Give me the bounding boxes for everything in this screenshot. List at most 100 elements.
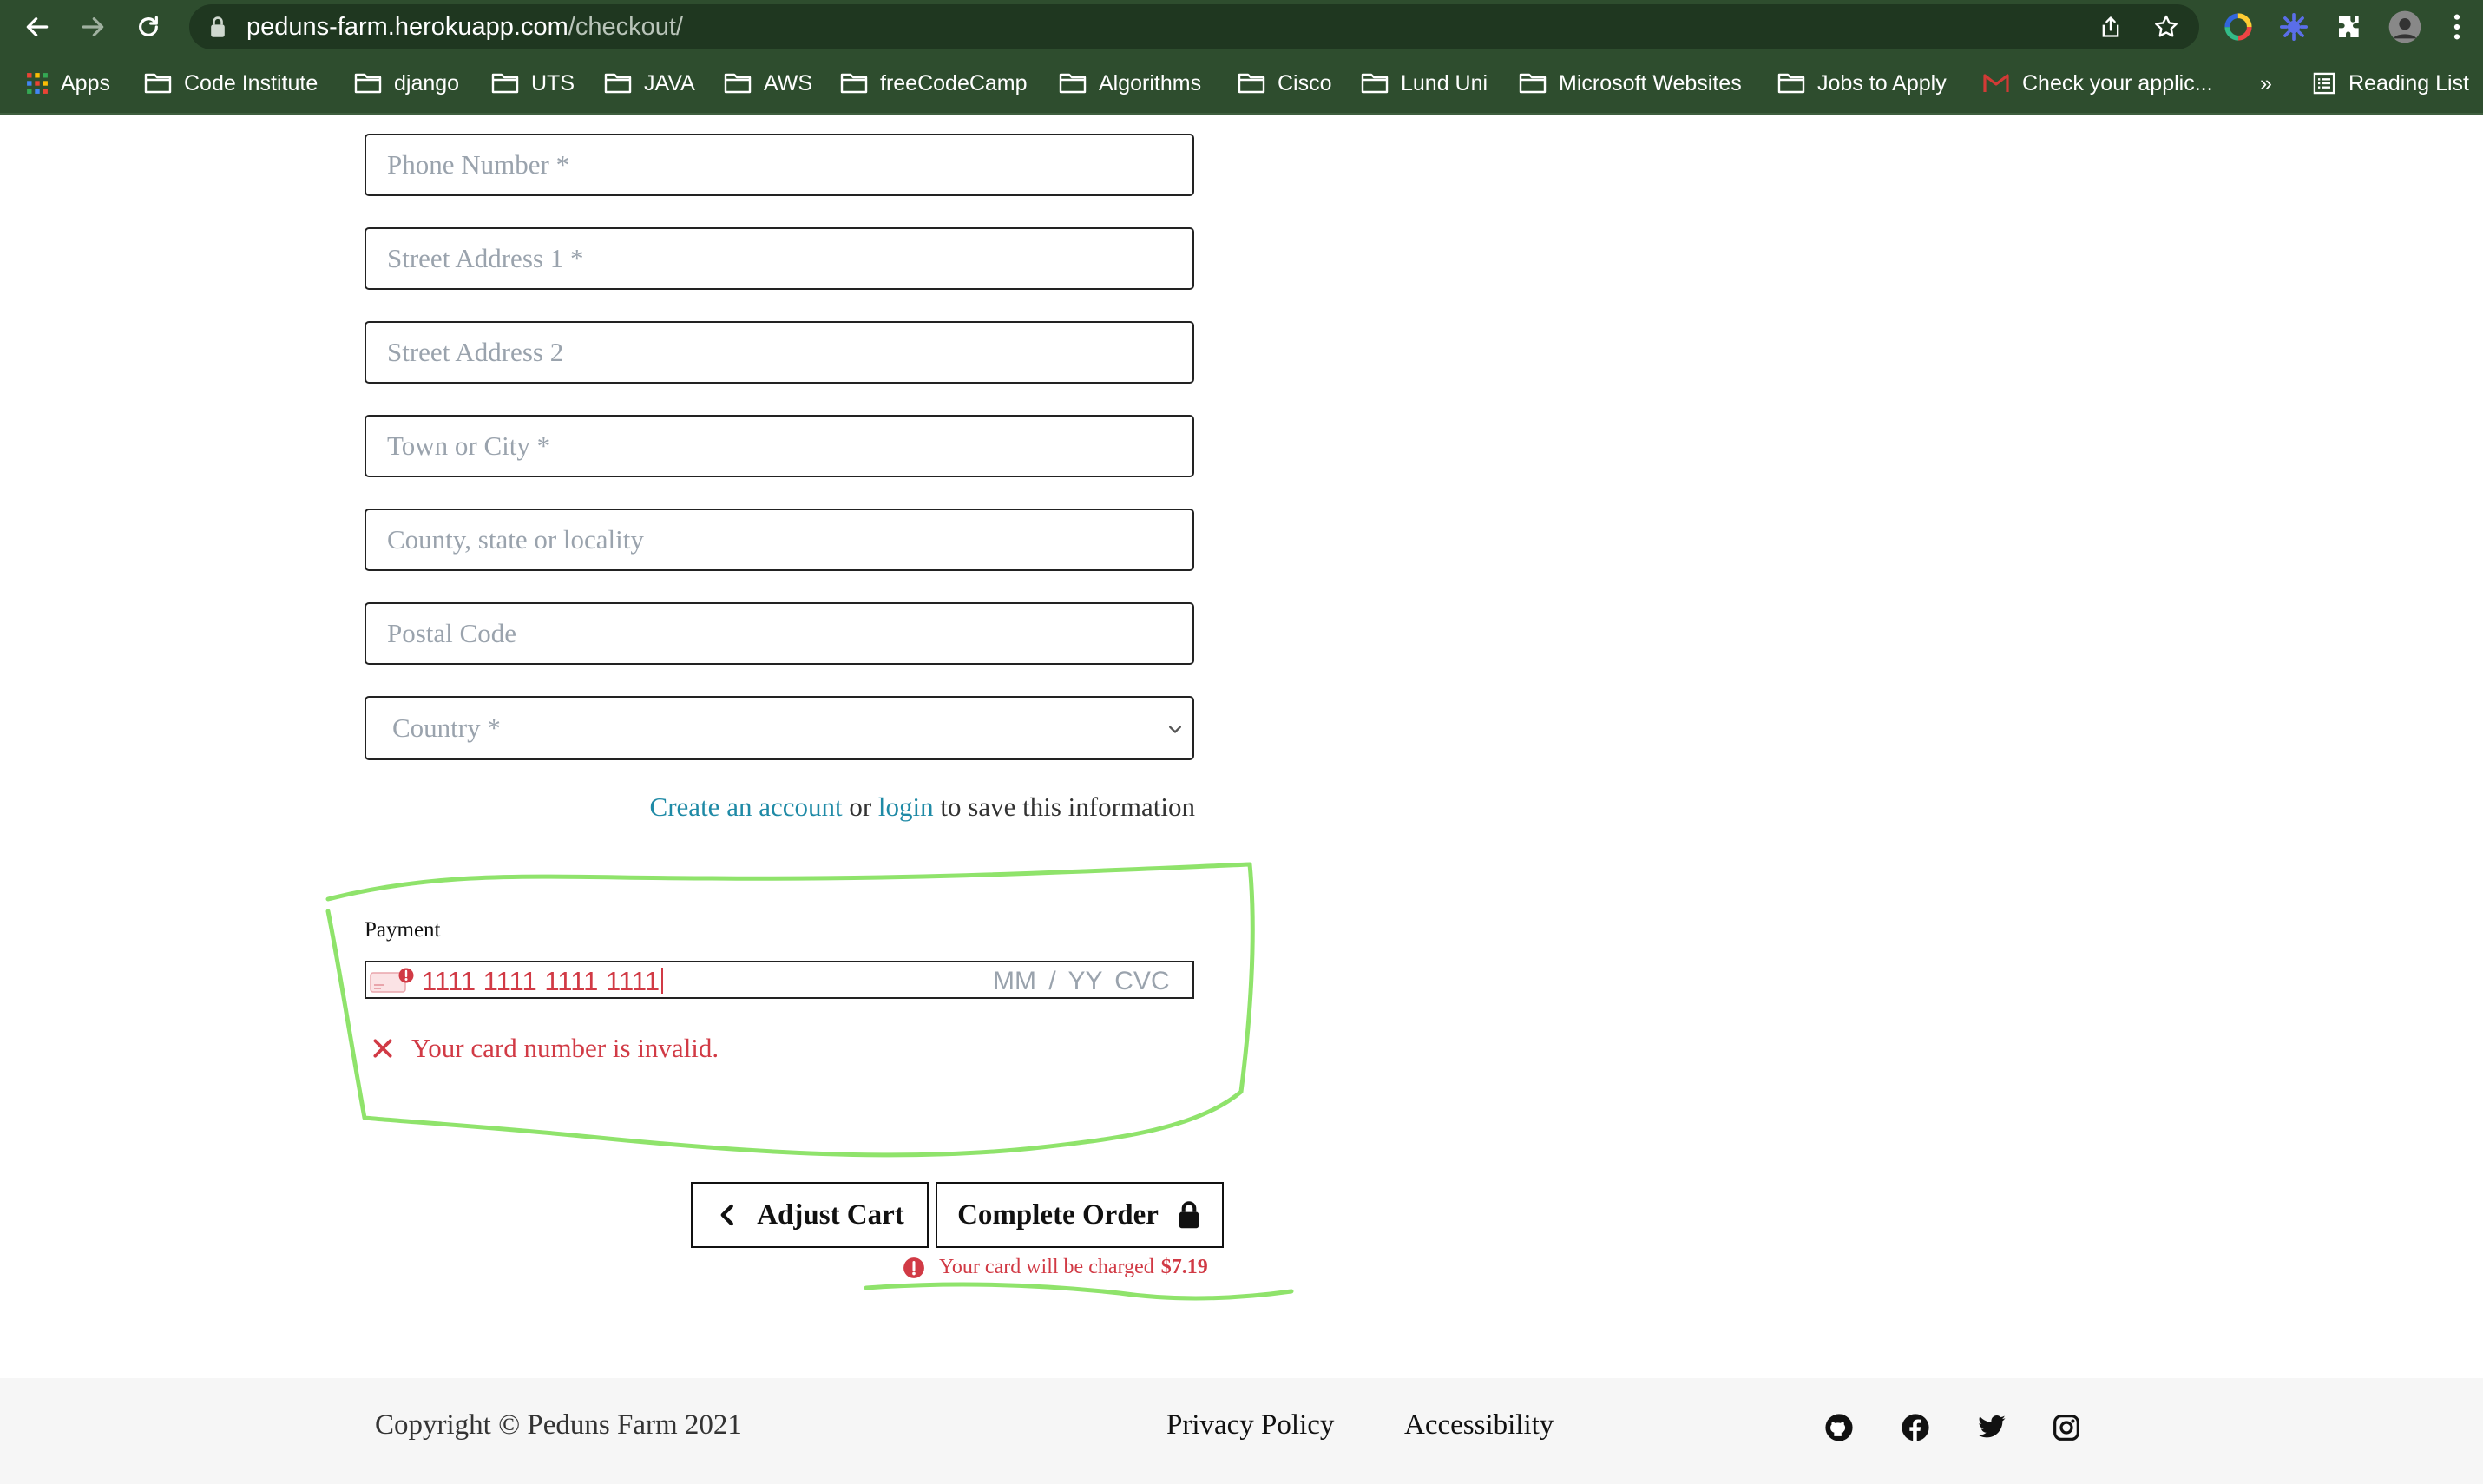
folder-icon — [1361, 73, 1389, 94]
bookmark-folder-aws[interactable]: AWS — [724, 69, 812, 97]
complete-order-button[interactable]: Complete Order — [936, 1182, 1224, 1248]
street-address-1-field[interactable] — [365, 227, 1194, 290]
arrow-right-icon — [82, 17, 104, 36]
bookmark-folder-microsoft-websites[interactable]: Microsoft Websites — [1519, 69, 1742, 97]
or-text: or — [849, 791, 872, 822]
bookmark-folder-code-institute[interactable]: Code Institute — [144, 69, 318, 97]
card-number-value[interactable]: 1111 1111 1111 1111 — [422, 966, 664, 997]
error-text: Your card number is invalid. — [411, 1033, 719, 1063]
bookmark-folder-cisco[interactable]: Cisco — [1238, 69, 1332, 97]
browser-toolbar: peduns-farm.herokuapp.com/checkout/ — [0, 0, 2483, 54]
card-error-message: Your card number is invalid. — [371, 1033, 719, 1064]
charge-notice: Your card will be charged $7.19 — [903, 1256, 1208, 1279]
create-account-link[interactable]: Create an account — [650, 791, 843, 822]
bookmark-folder-java[interactable]: JAVA — [604, 69, 695, 97]
gmail-icon — [1983, 74, 2009, 92]
charge-amount: $7.19 — [1160, 1256, 1208, 1278]
bookmark-label: JAVA — [644, 70, 695, 95]
town-or-city-field[interactable] — [365, 415, 1194, 477]
reading-list-icon — [2313, 72, 2335, 95]
privacy-policy-link[interactable]: Privacy Policy — [1166, 1409, 1334, 1441]
login-link[interactable]: login — [878, 791, 934, 822]
bookmark-label: Apps — [61, 70, 110, 95]
text-caret — [661, 968, 664, 994]
card-expiry-cvc[interactable]: MM / YY CVC — [993, 967, 1170, 996]
twitter-icon — [1978, 1415, 2006, 1438]
github-icon — [1825, 1414, 1853, 1441]
bookmark-apps[interactable]: Apps — [26, 69, 110, 97]
bookmark-label: Code Institute — [184, 70, 319, 95]
bookmark-folder-jobs-to-apply[interactable]: Jobs to Apply — [1777, 69, 1947, 97]
back-button[interactable] — [19, 9, 56, 45]
address-bar[interactable]: peduns-farm.herokuapp.com/checkout/ — [189, 4, 2199, 49]
facebook-icon — [1902, 1414, 1929, 1441]
chevron-down-icon — [1169, 726, 1181, 733]
bookmark-folder-uts[interactable]: UTS — [491, 69, 575, 97]
instagram-link[interactable] — [2050, 1411, 2083, 1444]
reading-list-label: Reading List — [2348, 70, 2469, 95]
bookmark-folder-algorithms[interactable]: Algorithms — [1059, 69, 1201, 97]
profile-avatar[interactable] — [2387, 9, 2423, 45]
forward-button[interactable] — [75, 9, 111, 45]
county-field[interactable] — [365, 509, 1194, 571]
folder-icon — [1238, 73, 1265, 94]
bookmark-folder-freecodecamp[interactable]: freeCodeCamp — [840, 69, 1028, 97]
reading-list-button[interactable]: Reading List — [2312, 69, 2469, 97]
color-extension-icon[interactable] — [2220, 9, 2256, 45]
folder-icon — [724, 73, 752, 94]
close-x-icon — [373, 1039, 392, 1058]
folder-icon — [1519, 73, 1547, 94]
lock-icon — [1179, 1201, 1199, 1229]
bookmark-folder-lund-uni[interactable]: Lund Uni — [1361, 69, 1488, 97]
folder-icon — [354, 73, 382, 94]
url-host: peduns-farm.herokuapp.com — [246, 12, 568, 41]
gear-extension-icon[interactable] — [2276, 9, 2312, 45]
bookmark-gmail-check-application[interactable]: Check your applic... — [1982, 69, 2213, 97]
facebook-link[interactable] — [1899, 1411, 1932, 1444]
menu-kebab-button[interactable] — [2439, 9, 2475, 45]
github-link[interactable] — [1823, 1411, 1856, 1444]
bookmark-folder-django[interactable]: django — [354, 69, 459, 97]
url-path: /checkout/ — [568, 12, 683, 41]
folder-icon — [1777, 73, 1805, 94]
share-icon[interactable] — [2099, 14, 2123, 40]
instagram-icon — [2053, 1415, 2079, 1441]
bookmark-label: Jobs to Apply — [1817, 70, 1947, 95]
bookmark-label: Lund Uni — [1401, 70, 1488, 95]
bookmarks-overflow-button[interactable]: » — [2260, 69, 2272, 97]
bookmark-label: django — [394, 70, 460, 95]
bookmarks-bar: Apps Code Institute django UTS JAVA AWS … — [0, 54, 2483, 115]
apps-grid-icon — [27, 73, 48, 94]
kebab-icon — [2453, 14, 2460, 40]
country-select[interactable]: Country * — [365, 696, 1194, 760]
charge-underline — [864, 1282, 1294, 1301]
folder-icon — [1059, 73, 1087, 94]
puzzle-extensions-icon[interactable] — [2331, 9, 2368, 45]
cvc-placeholder[interactable]: CVC — [1114, 967, 1169, 995]
lock-icon — [208, 16, 227, 38]
adjust-cart-label: Adjust Cart — [757, 1198, 904, 1231]
expiry-placeholder[interactable]: MM / YY — [993, 967, 1102, 995]
card-error-icon — [370, 968, 415, 998]
bookmark-label: UTS — [531, 70, 575, 95]
payment-label: Payment — [365, 918, 441, 942]
accessibility-link[interactable]: Accessibility — [1404, 1409, 1554, 1441]
postal-code-field[interactable] — [365, 602, 1194, 665]
folder-icon — [144, 73, 172, 94]
folder-icon — [840, 73, 868, 94]
card-input[interactable]: 1111 1111 1111 1111 MM / YY CVC — [365, 961, 1194, 999]
phone-number-field[interactable] — [365, 134, 1194, 196]
country-placeholder: Country * — [392, 712, 501, 743]
bookmark-label: Check your applic... — [2022, 70, 2213, 95]
save-info-text: Create an account or login to save this … — [650, 791, 1195, 823]
twitter-link[interactable] — [1975, 1411, 2008, 1444]
street-address-2-field[interactable] — [365, 321, 1194, 384]
bookmark-label: Cisco — [1278, 70, 1332, 95]
bookmark-label: Algorithms — [1099, 70, 1202, 95]
bookmark-star-icon[interactable] — [2152, 13, 2180, 41]
reload-button[interactable] — [130, 9, 167, 45]
alert-circle-icon — [903, 1257, 924, 1278]
reload-icon — [139, 16, 158, 36]
adjust-cart-button[interactable]: Adjust Cart — [691, 1182, 929, 1248]
folder-icon — [491, 73, 519, 94]
